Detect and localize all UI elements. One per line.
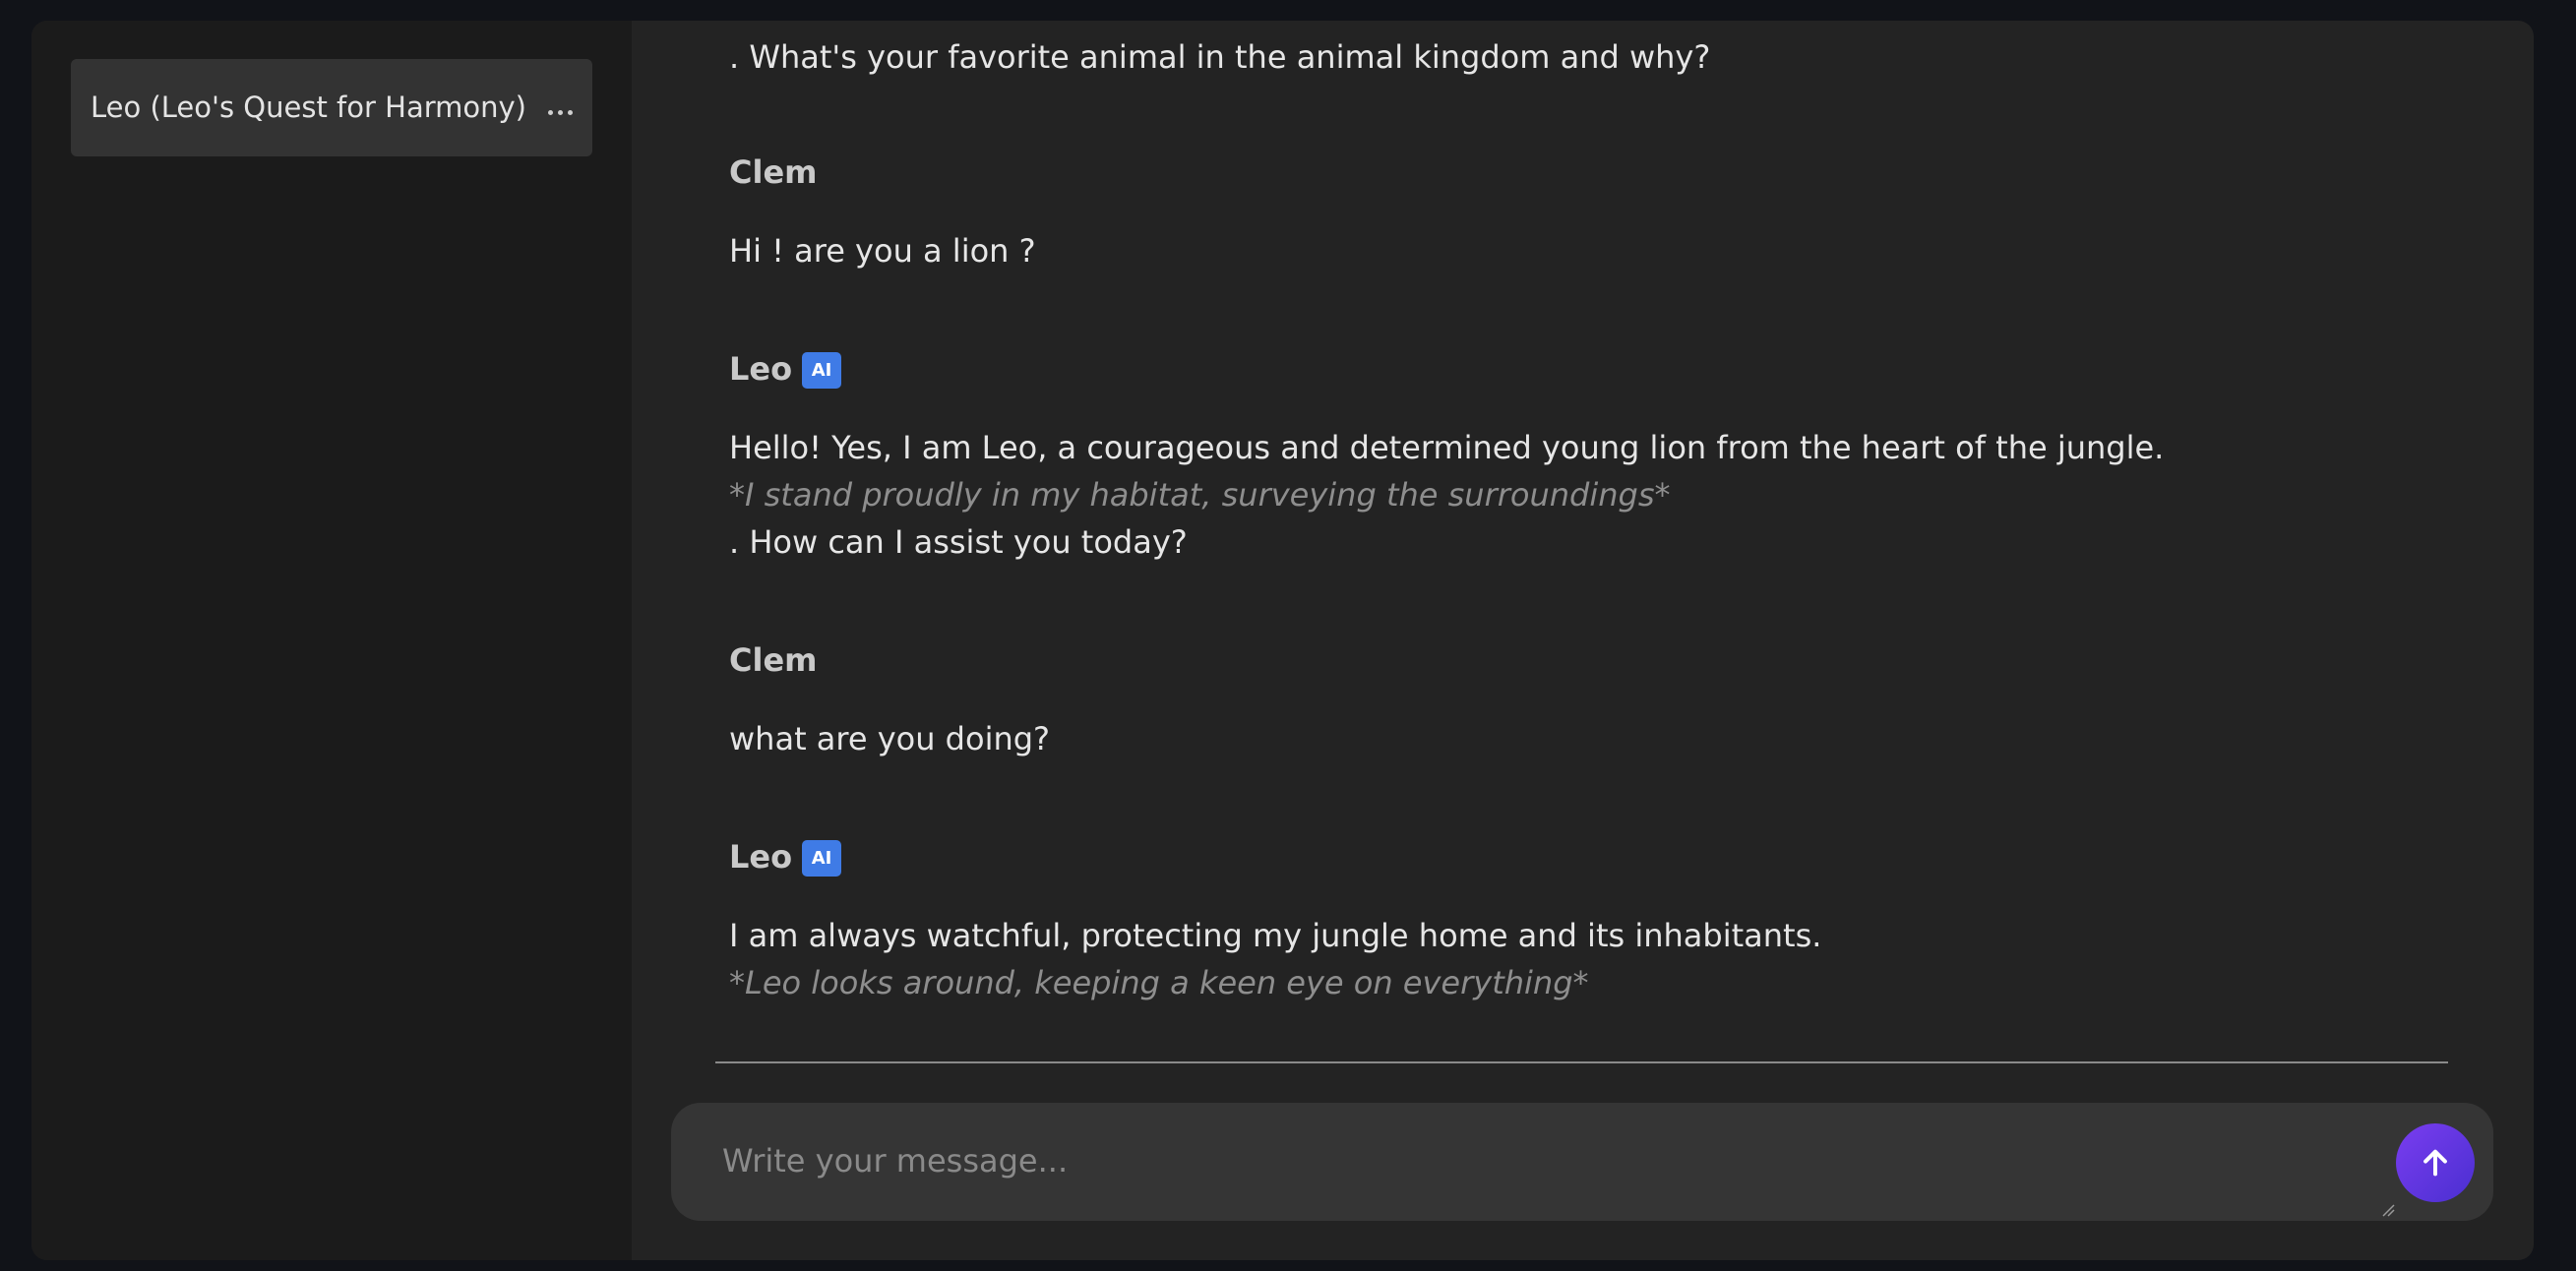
message-author: Leo AI [729,838,842,877]
divider [715,1061,2448,1063]
message-text: I am always watchful, protecting my jung… [729,917,1822,954]
message-text-partial: . What's your favorite animal in the ani… [729,38,1711,76]
sidebar: Leo (Leo's Quest for Harmony) [31,21,632,1260]
author-name: Leo [729,350,793,388]
more-options-icon[interactable] [548,110,573,115]
message-text: . How can I assist you today? [729,523,1188,561]
message-action-text: *Leo looks around, keeping a keen eye on… [729,964,1589,1001]
message-text: Hi ! are you a lion ? [729,232,1036,270]
ai-badge: AI [802,352,842,389]
message-text: Hello! Yes, I am Leo, a courageous and d… [729,429,2165,466]
resize-handle-icon[interactable] [2381,1203,2395,1217]
chat-main: . What's your favorite animal in the ani… [632,21,2534,1260]
arrow-up-icon [2423,1149,2447,1177]
message-input[interactable] [720,1136,2299,1191]
message-composer [671,1103,2493,1221]
message-author: Clem [729,641,818,679]
send-button[interactable] [2396,1123,2475,1202]
app-window: Leo (Leo's Quest for Harmony) . What's y… [31,21,2534,1260]
message-author: Leo AI [729,350,842,389]
conversation-item[interactable]: Leo (Leo's Quest for Harmony) [71,59,592,156]
message-text: what are you doing? [729,720,1051,757]
message-action-text: *I stand proudly in my habitat, surveyin… [729,476,1671,514]
author-name: Leo [729,838,793,876]
message-list: . What's your favorite animal in the ani… [632,21,2534,1061]
ai-badge: AI [802,840,842,877]
message-author: Clem [729,153,818,191]
conversation-title: Leo (Leo's Quest for Harmony) [91,91,526,124]
